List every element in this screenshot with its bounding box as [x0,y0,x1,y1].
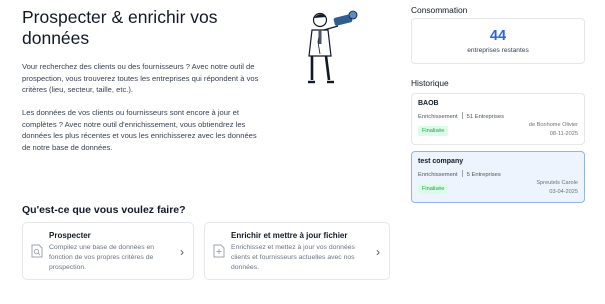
remaining-count: 44 [489,28,507,44]
history-item-date: 03-04-2025 [549,189,578,195]
history-item-name: test company [418,158,464,165]
history-item-user: Spreutels Carole [536,180,578,186]
divider [461,112,463,119]
consumption-box: 44 entreprises restantes [411,18,585,64]
status-badge: Finalisée [418,126,449,136]
history-item-count: 51 Entreprises [466,114,505,120]
history-item-selected[interactable]: test company Enrichissement 5 Entreprises… [411,151,585,203]
chevron-right-icon: › [376,245,380,259]
history-item-meta: Enrichissement 51 Entreprises [418,112,504,120]
enrichir-title: Enrichir et mettre à jour fichier [231,231,348,240]
intro-text: Vour recherchez des clients ou des fourn… [22,61,262,165]
question-heading: Qu'est-ce que vous voulez faire? [22,204,186,216]
document-add-icon [213,244,225,258]
history-item[interactable]: BAOB Enrichissement 51 Entreprises Finali… [411,93,585,145]
enrichir-description: Enrichissez et mettez à jour vos données… [231,244,355,271]
history-item-name: BAOB [418,100,439,107]
remaining-text: entreprises restantes [467,47,529,54]
divider [461,170,463,177]
status-badge: Finalisée [418,184,449,194]
history-item-type: Enrichissement [418,172,458,178]
page-title: Prospecter & enrichir vos données [22,7,218,48]
intro-paragraph-enrichment: Les données de vos clients ou fournisseu… [22,108,257,153]
enrichir-card[interactable]: Enrichir et mettre à jour fichier Enrich… [204,222,390,280]
chevron-right-icon: › [180,245,184,259]
history-item-type: Enrichissement [418,114,458,120]
prospecter-title: Prospecter [49,231,91,240]
prospecter-description: Compilez une base de données en fonction… [49,244,155,271]
history-label: Historique [411,78,449,88]
binoculars-man-illustration [308,10,358,84]
consumption-label: Consommation [411,5,468,15]
history-item-user: de Bonhome Olivier [528,122,578,128]
prospecter-card[interactable]: Prospecter Compilez une base de données … [22,222,194,280]
intro-paragraph-prospection: Vour recherchez des clients ou des fourn… [22,62,259,95]
history-item-date: 08-11-2025 [549,131,578,137]
history-item-meta: Enrichissement 5 Entreprises [418,170,501,178]
document-search-icon [31,244,43,258]
history-item-count: 5 Entreprises [466,172,501,178]
